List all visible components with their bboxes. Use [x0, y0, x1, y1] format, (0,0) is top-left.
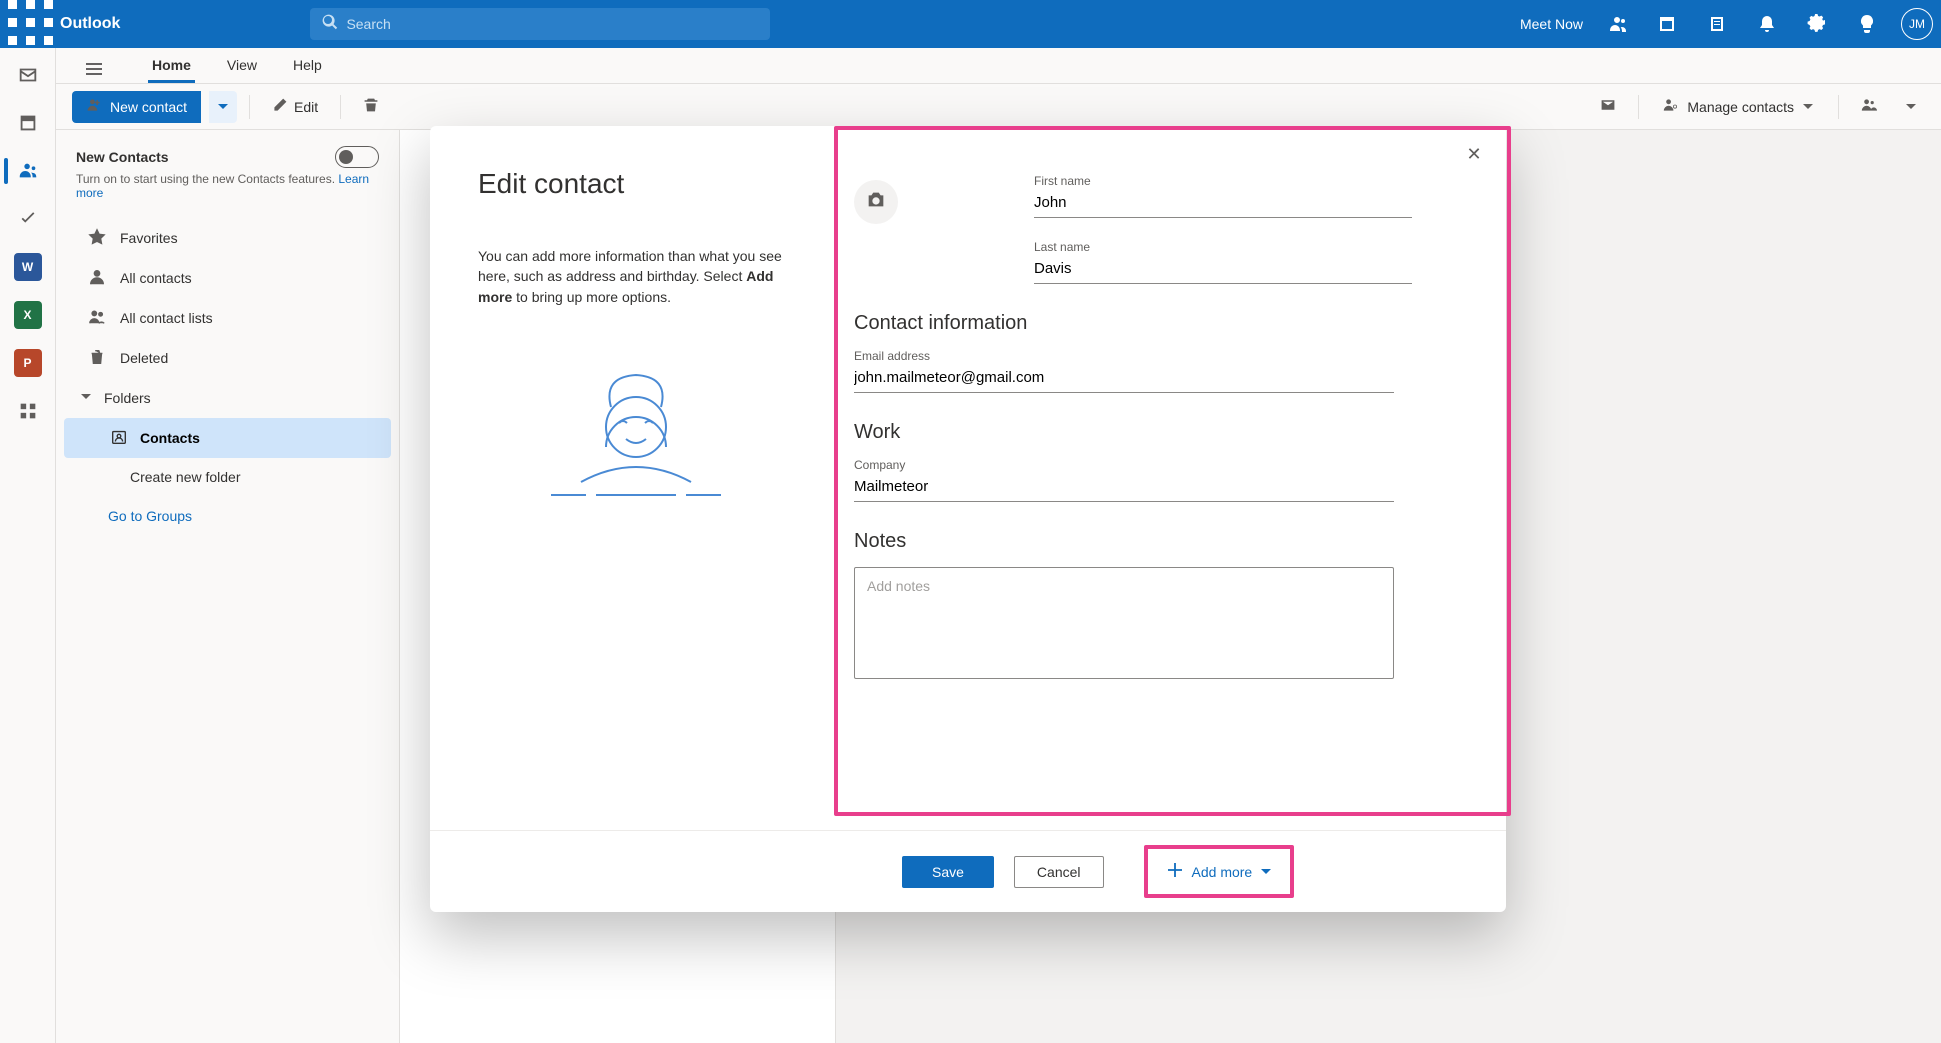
search-input[interactable]: [346, 16, 758, 32]
chevron-down-icon: [1905, 101, 1917, 113]
nav-all-lists-label: All contact lists: [120, 310, 213, 326]
notes-textarea[interactable]: [854, 567, 1394, 679]
people-rail-button[interactable]: [4, 150, 52, 192]
notes-section: Notes: [854, 530, 1466, 553]
ribbon-expand-button[interactable]: [1895, 91, 1927, 123]
notifications-icon[interactable]: [1751, 8, 1783, 40]
app-launcher-icon[interactable]: [8, 0, 56, 48]
sidebar: New Contacts Turn on to start using the …: [56, 130, 400, 1043]
contact-illustration: [478, 367, 794, 527]
work-section: Work: [854, 421, 1466, 444]
mail-rail-button[interactable]: [4, 54, 52, 96]
settings-icon[interactable]: [1801, 8, 1833, 40]
nav-folders-label: Folders: [104, 390, 151, 406]
nav-deleted-label: Deleted: [120, 350, 168, 366]
new-contact-label: New contact: [110, 99, 187, 115]
meet-now-label: Meet Now: [1520, 16, 1583, 32]
add-more-button[interactable]: Add more: [1154, 855, 1285, 888]
account-avatar[interactable]: JM: [1901, 8, 1933, 40]
photo-upload-button[interactable]: [854, 180, 898, 224]
tab-view[interactable]: View: [223, 49, 261, 83]
new-contact-button[interactable]: New contact: [72, 91, 201, 123]
word-rail-button[interactable]: W: [4, 246, 52, 288]
first-name-input[interactable]: [1034, 190, 1412, 218]
people-list-icon: [88, 308, 106, 329]
contact-info-section: Contact information: [854, 312, 1466, 335]
app-rail: W X P: [0, 48, 56, 1043]
star-icon: [88, 228, 106, 249]
modal-title: Edit contact: [478, 168, 794, 200]
nav-folder-contacts[interactable]: Contacts: [64, 418, 391, 458]
powerpoint-rail-button[interactable]: P: [4, 342, 52, 384]
company-label: Company: [854, 458, 1466, 472]
email-label: Email address: [854, 349, 1466, 363]
edit-label: Edit: [294, 99, 318, 115]
teams-icon[interactable]: [1601, 8, 1633, 40]
people-summary-button[interactable]: [1851, 91, 1887, 123]
last-name-input[interactable]: [1034, 256, 1412, 284]
hamburger-menu-icon[interactable]: [80, 55, 108, 83]
last-name-label: Last name: [1034, 240, 1466, 254]
new-contacts-toggle[interactable]: [335, 146, 379, 168]
person-add-icon: [86, 97, 102, 116]
search-box[interactable]: [310, 8, 770, 40]
nav-all-contact-lists[interactable]: All contact lists: [64, 298, 391, 338]
plus-icon: [1166, 861, 1184, 882]
tab-help[interactable]: Help: [289, 49, 326, 83]
nav-all-contacts[interactable]: All contacts: [64, 258, 391, 298]
nav-folder-contacts-label: Contacts: [140, 430, 200, 446]
promo-body: Turn on to start using the new Contacts …: [76, 172, 379, 200]
first-name-label: First name: [1034, 174, 1466, 188]
manage-contacts-label: Manage contacts: [1687, 99, 1794, 115]
modal-description: You can add more information than what y…: [478, 246, 794, 307]
app-name: Outlook: [60, 15, 120, 33]
contact-folder-icon: [110, 428, 128, 449]
calendar-rail-button[interactable]: [4, 102, 52, 144]
chevron-down-icon: [80, 390, 92, 406]
calendar-add-icon[interactable]: [1651, 8, 1683, 40]
trash-icon: [88, 348, 106, 369]
camera-icon: [865, 189, 887, 216]
mail-action-button[interactable]: [1590, 91, 1626, 123]
add-more-label: Add more: [1192, 864, 1253, 880]
people-settings-icon: [1663, 97, 1679, 116]
mail-icon: [1600, 97, 1616, 116]
promo-title: New Contacts: [76, 149, 169, 165]
nav-folders[interactable]: Folders: [56, 378, 399, 418]
pencil-icon: [272, 97, 288, 116]
trash-icon: [363, 97, 379, 116]
more-apps-rail-button[interactable]: [4, 390, 52, 432]
tips-icon[interactable]: [1851, 8, 1883, 40]
nav-all-contacts-label: All contacts: [120, 270, 192, 286]
email-input[interactable]: [854, 365, 1394, 393]
go-to-groups-link[interactable]: Go to Groups: [56, 496, 399, 536]
excel-rail-button[interactable]: X: [4, 294, 52, 336]
create-new-folder[interactable]: Create new folder: [56, 458, 399, 496]
todo-rail-button[interactable]: [4, 198, 52, 240]
new-contacts-promo: New Contacts Turn on to start using the …: [70, 142, 385, 204]
company-input[interactable]: [854, 474, 1394, 502]
search-icon: [322, 14, 338, 35]
chevron-down-icon: [1802, 101, 1814, 113]
nav-favorites-label: Favorites: [120, 230, 178, 246]
delete-button[interactable]: [353, 91, 389, 123]
people-icon: [1861, 97, 1877, 116]
my-day-icon[interactable]: [1701, 8, 1733, 40]
edit-button[interactable]: Edit: [262, 91, 328, 123]
meet-now-button[interactable]: Meet Now: [1512, 16, 1583, 32]
chevron-down-icon: [217, 101, 229, 113]
save-button[interactable]: Save: [902, 856, 994, 888]
edit-contact-modal: Edit contact You can add more informatio…: [430, 126, 1506, 912]
tab-home[interactable]: Home: [148, 49, 195, 83]
manage-contacts-button[interactable]: Manage contacts: [1651, 91, 1826, 123]
new-contact-dropdown[interactable]: [209, 91, 237, 123]
close-button[interactable]: ✕: [1460, 140, 1488, 168]
cancel-button[interactable]: Cancel: [1014, 856, 1104, 888]
person-icon: [88, 268, 106, 289]
close-icon: ✕: [1466, 144, 1481, 165]
nav-deleted[interactable]: Deleted: [64, 338, 391, 378]
chevron-down-icon: [1260, 864, 1272, 880]
nav-favorites[interactable]: Favorites: [64, 218, 391, 258]
